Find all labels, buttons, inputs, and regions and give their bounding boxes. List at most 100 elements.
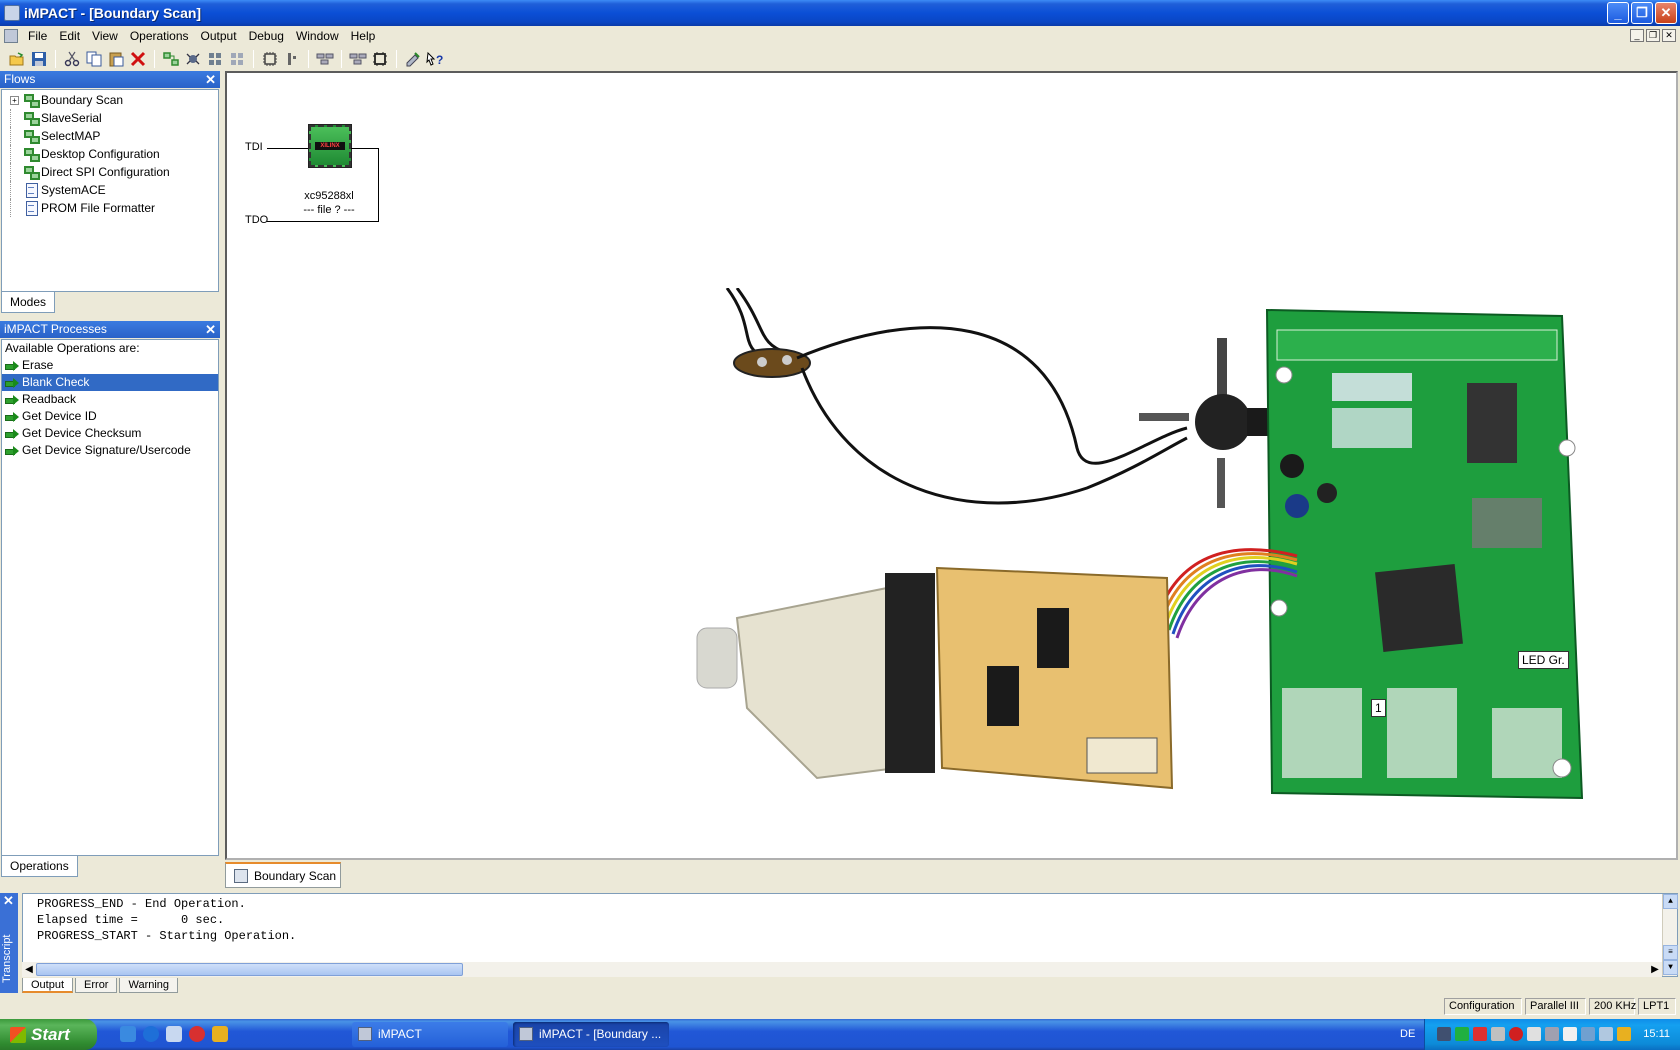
language-indicator[interactable]: DE xyxy=(1400,1019,1415,1050)
taskbar-button-impact-boundary[interactable]: iMPACT - [Boundary ... xyxy=(513,1022,669,1047)
paste-icon[interactable] xyxy=(106,49,126,69)
flow-item-direct-spi-configuration[interactable]: Direct SPI Configuration xyxy=(2,163,218,181)
menu-file[interactable]: File xyxy=(22,26,53,46)
security-icon[interactable] xyxy=(1473,1027,1487,1041)
mdi-restore-button[interactable]: ❐ xyxy=(1646,29,1660,42)
flow-item-boundary-scan[interactable]: + Boundary Scan xyxy=(2,91,218,109)
process-get-device-id[interactable]: Get Device ID xyxy=(2,408,218,425)
grid-icon[interactable] xyxy=(227,49,247,69)
initialize-chain-icon[interactable] xyxy=(161,49,181,69)
scroll-down-icon[interactable]: ▼ xyxy=(1663,960,1678,975)
start-button[interactable]: Start xyxy=(0,1019,97,1050)
horizontal-scrollbar[interactable]: ◀ ▶ xyxy=(22,962,1662,977)
minimize-button[interactable]: _ xyxy=(1607,2,1629,24)
scrollbar-thumb[interactable] xyxy=(36,963,463,976)
flow-item-selectmap[interactable]: SelectMAP xyxy=(2,127,218,145)
tab-modes[interactable]: Modes xyxy=(1,292,56,313)
mdi-minimize-button[interactable]: _ xyxy=(1630,29,1644,42)
debug-chain-icon[interactable] xyxy=(183,49,203,69)
close-flows-icon[interactable]: ✕ xyxy=(205,71,216,88)
scroll-up-icon[interactable]: ▲ xyxy=(1663,894,1678,909)
tab-boundary-scan[interactable]: Boundary Scan xyxy=(225,862,341,888)
arrow-right-icon xyxy=(5,411,20,422)
connection-icon[interactable] xyxy=(1581,1027,1595,1041)
process-readback[interactable]: Readback xyxy=(2,391,218,408)
tdi-wire xyxy=(267,148,309,149)
menu-operations[interactable]: Operations xyxy=(124,26,195,46)
expand-icon[interactable]: + xyxy=(10,95,19,105)
chain-icon[interactable] xyxy=(315,49,335,69)
menu-window[interactable]: Window xyxy=(290,26,345,46)
copy-icon[interactable] xyxy=(84,49,104,69)
app-icon[interactable] xyxy=(4,5,20,21)
save-icon[interactable] xyxy=(29,49,49,69)
volume-icon[interactable] xyxy=(1491,1027,1505,1041)
mdi-close-button[interactable]: ✕ xyxy=(1662,29,1676,42)
monitor-icon[interactable] xyxy=(1455,1027,1469,1041)
toolbar-separator xyxy=(396,50,397,68)
toolbar-separator xyxy=(253,50,254,68)
tab-output[interactable]: Output xyxy=(22,978,74,993)
grid-icon[interactable] xyxy=(205,49,225,69)
delete-icon[interactable] xyxy=(128,49,148,69)
tray-app-icon[interactable] xyxy=(1617,1027,1631,1041)
process-blank-check[interactable]: Blank Check xyxy=(2,374,218,391)
app-shortcut-icon[interactable] xyxy=(212,1026,228,1042)
chain-icon xyxy=(24,111,40,126)
desktop-icon[interactable] xyxy=(166,1026,182,1042)
device-chip-icon[interactable]: XILINX xyxy=(308,124,352,168)
chain-icon xyxy=(24,93,40,108)
cut-icon[interactable] xyxy=(62,49,82,69)
boundary-scan-canvas[interactable]: TDI XILINX TDO xc95288xl --- file ? --- xyxy=(225,71,1678,860)
transcript-gutter: ✕ Transcript xyxy=(0,893,18,993)
chip-select-icon[interactable] xyxy=(282,49,302,69)
menu-edit[interactable]: Edit xyxy=(53,26,86,46)
chain-icon[interactable] xyxy=(348,49,368,69)
scroll-left-icon[interactable]: ◀ xyxy=(22,962,36,977)
menu-help[interactable]: Help xyxy=(345,26,382,46)
restore-button[interactable]: ❐ xyxy=(1631,2,1653,24)
usb-icon[interactable] xyxy=(1527,1027,1541,1041)
clock[interactable]: 15:11 xyxy=(1643,1019,1670,1050)
process-get-device-signature[interactable]: Get Device Signature/Usercode xyxy=(2,442,218,459)
flow-item-desktop-configuration[interactable]: Desktop Configuration xyxy=(2,145,218,163)
doc-icon xyxy=(24,201,39,216)
vertical-scrollbar[interactable]: ▲ ≡ ▼ xyxy=(1662,894,1678,976)
quicklaunch-icon[interactable] xyxy=(120,1026,136,1042)
taskbar-button-impact[interactable]: iMPACT xyxy=(352,1022,508,1047)
tab-warning[interactable]: Warning xyxy=(119,978,179,993)
scroll-grip-icon[interactable]: ≡ xyxy=(1663,945,1678,960)
tab-operations[interactable]: Operations xyxy=(1,856,78,877)
printer-icon[interactable] xyxy=(1545,1027,1559,1041)
windows-logo-icon xyxy=(10,1026,26,1043)
close-transcript-icon[interactable]: ✕ xyxy=(3,893,14,909)
chip-icon[interactable] xyxy=(260,49,280,69)
tab-error[interactable]: Error xyxy=(75,978,118,993)
internet-explorer-icon[interactable] xyxy=(143,1026,159,1042)
scroll-right-icon[interactable]: ▶ xyxy=(1648,962,1662,977)
help-icon[interactable]: ? xyxy=(425,49,445,69)
display-icon[interactable] xyxy=(1563,1027,1577,1041)
network-icon[interactable] xyxy=(1437,1027,1451,1041)
flow-item-systemace[interactable]: SystemACE xyxy=(2,181,218,199)
close-processes-icon[interactable]: ✕ xyxy=(205,321,216,338)
program-icon[interactable] xyxy=(403,49,423,69)
open-icon[interactable] xyxy=(7,49,27,69)
title-bar[interactable]: iMPACT - [Boundary Scan] _ ❐ ✕ xyxy=(0,0,1680,26)
chip-outline-icon[interactable] xyxy=(370,49,390,69)
flow-item-prom-file-formatter[interactable]: PROM File Formatter xyxy=(2,199,218,217)
menu-view[interactable]: View xyxy=(86,26,124,46)
menu-debug[interactable]: Debug xyxy=(243,26,290,46)
antivirus-icon[interactable] xyxy=(1509,1027,1523,1041)
menu-output[interactable]: Output xyxy=(195,26,243,46)
media-icon[interactable] xyxy=(189,1026,205,1042)
document-icon[interactable] xyxy=(4,29,18,43)
process-erase[interactable]: Erase xyxy=(2,357,218,374)
process-get-device-checksum[interactable]: Get Device Checksum xyxy=(2,425,218,442)
device-name: xc95288xl xyxy=(304,190,354,202)
close-button[interactable]: ✕ xyxy=(1655,2,1677,24)
tray-app-icon[interactable] xyxy=(1599,1027,1613,1041)
flow-item-slaveserial[interactable]: SlaveSerial xyxy=(2,109,218,127)
transcript-line: PROGRESS_START - Starting Operation. xyxy=(37,929,297,943)
tdo-wire xyxy=(267,221,379,222)
